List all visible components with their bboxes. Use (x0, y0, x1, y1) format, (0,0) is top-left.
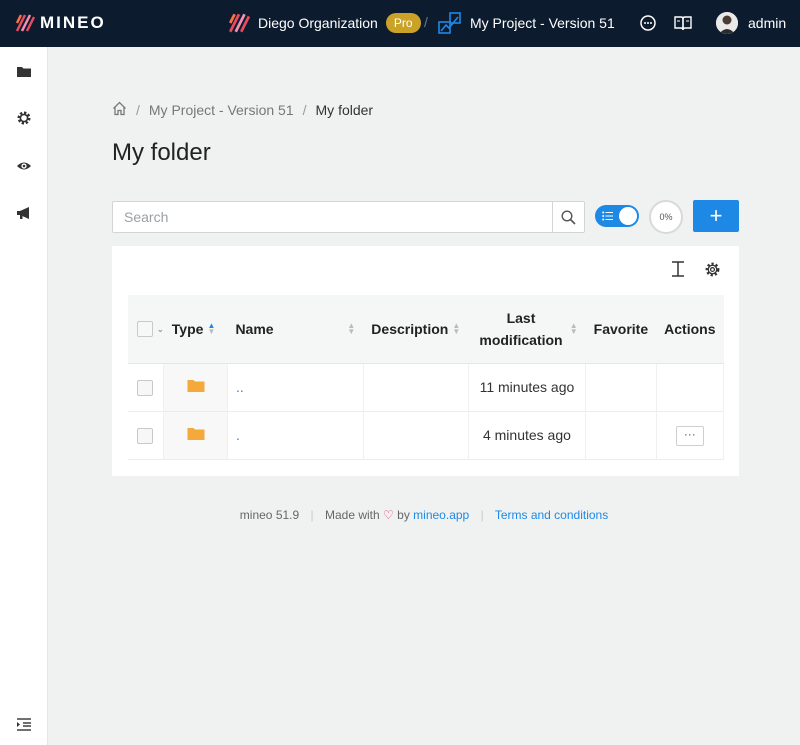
heart-icon: ♡ (383, 508, 394, 522)
made-with-label: Made with (324, 508, 380, 522)
row-actions-cell (656, 363, 725, 412)
breadcrumb-separator: / (302, 102, 307, 118)
breadcrumb-current: My folder (315, 102, 374, 118)
select-all-checkbox[interactable] (137, 321, 153, 338)
add-button[interactable]: + (693, 200, 739, 232)
column-header-name[interactable]: Name ▲ ▼ (227, 295, 364, 364)
row-type-cell (163, 363, 228, 412)
column-header-description[interactable]: Description ▲ ▼ (363, 295, 469, 364)
list-icon (602, 211, 613, 221)
row-modified-cell: 11 minutes ago (468, 363, 587, 412)
files-panel: ⌄ Type ▲ ▼ Name ▲ ▼ Description ▲ ▼ Last… (112, 246, 739, 476)
footer-separator: | (480, 508, 484, 522)
sort-icon: ▲ ▼ (347, 320, 356, 336)
search-input[interactable] (113, 202, 552, 232)
folder-icon (187, 379, 205, 392)
column-header-type[interactable]: Type ▲ ▼ (163, 295, 228, 364)
progress-indicator: 0% (649, 200, 683, 234)
breadcrumb: / My Project - Version 51 / My folder (112, 101, 373, 119)
user-menu[interactable]: admin (716, 12, 786, 34)
row-actions-button[interactable]: ··· (675, 425, 704, 446)
column-header-actions: Actions (656, 295, 724, 364)
by-label: by (397, 508, 410, 522)
brand-name: MINEO (40, 13, 106, 32)
plan-badge: Pro (385, 13, 421, 33)
row-favorite-cell (585, 411, 657, 460)
files-table: ⌄ Type ▲ ▼ Name ▲ ▼ Description ▲ ▼ Last… (128, 295, 725, 460)
mineo-app-link[interactable]: mineo.app (413, 508, 469, 522)
folder-icon[interactable] (16, 64, 32, 80)
folder-link[interactable]: .. (236, 379, 244, 395)
row-description-cell (363, 363, 469, 412)
row-select-cell (128, 363, 165, 412)
app-version: mineo 51.9 (239, 508, 300, 522)
column-header-type-label: Type (171, 320, 204, 337)
row-type-cell (163, 411, 228, 460)
sidebar (0, 47, 48, 745)
expand-sidebar-icon[interactable] (16, 716, 32, 732)
mineo-logo-icon (15, 14, 35, 32)
row-favorite-cell (585, 363, 657, 412)
row-name-cell: . (227, 411, 364, 460)
eye-icon[interactable] (16, 158, 32, 174)
row-name-cell: .. (227, 363, 364, 412)
user-name: admin (748, 15, 787, 31)
list-view-toggle[interactable] (595, 205, 639, 227)
chevron-down-icon[interactable]: ⌄ (157, 325, 164, 334)
row-select-cell (128, 411, 165, 460)
project-name: My Project - Version 51 (470, 15, 615, 31)
gear-icon[interactable] (16, 110, 32, 126)
documentation-icon[interactable] (674, 15, 692, 36)
column-header-favorite: Favorite (585, 295, 657, 364)
panel-tools (653, 260, 721, 278)
home-icon[interactable] (112, 101, 127, 119)
sort-icon: ▲ ▼ (569, 320, 578, 336)
search-box (112, 201, 585, 233)
column-header-last-modification[interactable]: Last modification ▲ ▼ (468, 295, 586, 364)
mineo-logo[interactable]: MINEO (15, 13, 106, 33)
column-header-description-label: Description (371, 320, 449, 337)
folder-icon (187, 427, 205, 440)
table-row[interactable]: . 4 minutes ago ··· (128, 411, 725, 460)
table-row[interactable]: .. 11 minutes ago (128, 363, 725, 412)
search-icon[interactable] (552, 202, 584, 232)
page-title: My folder (112, 139, 211, 166)
folder-link[interactable]: . (236, 427, 240, 443)
footer-separator: | (310, 508, 314, 522)
organization-name: Diego Organization (258, 15, 378, 31)
avatar (716, 12, 738, 34)
breadcrumb-project[interactable]: My Project - Version 51 (149, 102, 294, 118)
column-header-modification-label: modification (479, 331, 563, 348)
chat-icon[interactable] (639, 14, 657, 37)
column-width-icon[interactable] (669, 260, 687, 278)
table-settings-gear-icon[interactable] (703, 260, 721, 278)
table-header-row: ⌄ Type ▲ ▼ Name ▲ ▼ Description ▲ ▼ Last… (128, 295, 724, 364)
select-all-header: ⌄ (128, 295, 164, 364)
toggle-knob (619, 207, 637, 225)
organization-selector[interactable]: Diego Organization Pro (228, 12, 421, 34)
organization-icon (228, 13, 250, 33)
column-header-name-label: Name (235, 320, 274, 337)
project-selector[interactable]: My Project - Version 51 (438, 11, 615, 35)
row-actions-cell: ··· (656, 411, 725, 460)
terms-link[interactable]: Terms and conditions (495, 508, 608, 522)
row-checkbox[interactable] (137, 427, 153, 444)
sort-icon: ▲ ▼ (207, 320, 216, 336)
megaphone-icon[interactable] (16, 205, 32, 221)
column-header-last-label: Last (506, 309, 536, 326)
breadcrumb-separator: / (136, 102, 140, 118)
project-icon (438, 12, 461, 34)
top-navigation-bar: MINEO Diego Organization Pro / My Projec… (0, 0, 800, 47)
sort-icon: ▲ ▼ (452, 320, 461, 336)
footer: mineo 51.9 | Made with ♡ by mineo.app | … (0, 508, 800, 522)
topbar-separator: / (424, 14, 428, 30)
row-checkbox[interactable] (137, 379, 153, 396)
row-description-cell (363, 411, 469, 460)
row-modified-cell: 4 minutes ago (468, 411, 587, 460)
